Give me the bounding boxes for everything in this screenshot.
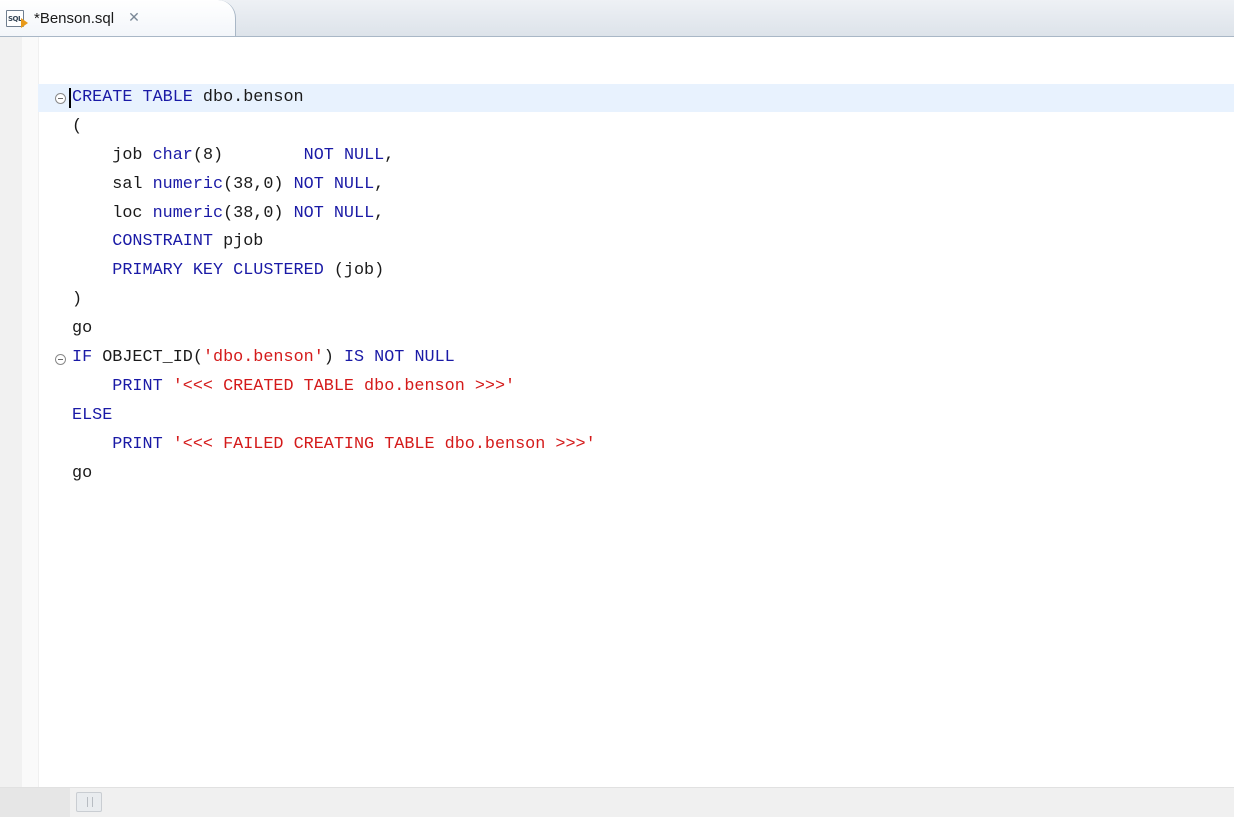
code-line[interactable]: go [72,460,596,489]
code-line[interactable]: CREATE TABLE dbo.benson [72,84,596,113]
sql-text: go [72,319,93,339]
sql-text: go [72,463,93,483]
close-icon[interactable]: ✕ [128,11,140,25]
sql-text: , [374,203,385,223]
code-line[interactable]: ) [72,286,596,315]
sql-text: dbo.benson [202,88,304,107]
sql-text: loc [72,203,153,223]
tab-benson-sql[interactable]: SQL *Benson.sql ✕ [0,0,236,36]
sql-string: '<<< CREATED TABLE dbo.benson >>>' [172,376,516,396]
sql-keyword: NOT NULL [293,174,375,194]
sql-keyword: PRINT [72,434,173,454]
sql-text: (job) [333,261,385,281]
sql-keyword: char [152,145,193,165]
code-line[interactable]: PRINT '<<< CREATED TABLE dbo.benson >>>' [72,373,596,402]
sql-editor[interactable]: CREATE TABLE dbo.benson ( job char(8) NOT… [0,37,1234,817]
sql-keyword: PRIMARY KEY CLUSTERED [72,261,334,281]
code-line[interactable]: ELSE [72,402,596,431]
sql-string: 'dbo.benson' [202,348,324,368]
sql-keyword: numeric [152,203,224,223]
sql-text: , [374,174,385,194]
sql-text: ) [323,348,344,368]
sql-string: '<<< FAILED CREATING TABLE dbo.benson >>… [172,434,596,454]
editor-ruler [0,37,39,787]
sql-keyword: numeric [152,174,224,194]
code-line[interactable]: sal numeric(38,0) NOT NULL, [72,171,596,200]
sql-text: job [72,145,153,165]
fold-collapse-icon[interactable] [55,354,66,365]
sql-text: ( [72,116,83,136]
sql-keyword: IS NOT NULL [343,348,455,368]
sql-keyword: IF [72,348,103,368]
code-line[interactable]: ( [72,113,596,142]
code-line[interactable]: PRIMARY KEY CLUSTERED (job) [72,257,596,286]
sql-text: OBJECT_ID( [102,348,203,368]
code-line[interactable]: go [72,315,596,344]
sql-file-icon: SQL [6,9,28,28]
code-line[interactable]: CONSTRAINT pjob [72,228,596,257]
sql-keyword: NOT NULL [293,203,375,223]
sql-text: ) [72,290,83,310]
tab-title: *Benson.sql [34,9,115,27]
code-line[interactable]: loc numeric(38,0) NOT NULL, [72,200,596,229]
sql-keyword: CREATE TABLE [72,88,203,107]
code-line[interactable]: IF OBJECT_ID('dbo.benson') IS NOT NULL [72,344,596,373]
sql-keyword: NOT NULL [303,145,385,165]
fold-collapse-icon[interactable] [55,93,66,104]
sql-keyword: CONSTRAINT [72,232,224,252]
sql-text: , [384,145,395,165]
sql-text: (38,0) [223,174,294,194]
sql-text: (38,0) [223,203,294,223]
code-text[interactable]: CREATE TABLE dbo.benson ( job char(8) NOT… [72,84,596,488]
sql-keyword: PRINT [72,376,173,396]
editor-tab-strip: SQL *Benson.sql ✕ [0,0,1234,37]
scrollbar-thumb[interactable] [76,792,102,812]
horizontal-scrollbar[interactable] [0,787,1234,817]
sql-text: (8) [192,145,304,165]
sql-text: sal [72,174,153,194]
sql-keyword: ELSE [72,405,113,425]
code-line[interactable]: PRINT '<<< FAILED CREATING TABLE dbo.ben… [72,431,596,460]
text-caret [69,88,71,108]
sql-text: pjob [223,232,264,252]
code-line[interactable]: job char(8) NOT NULL, [72,142,596,171]
